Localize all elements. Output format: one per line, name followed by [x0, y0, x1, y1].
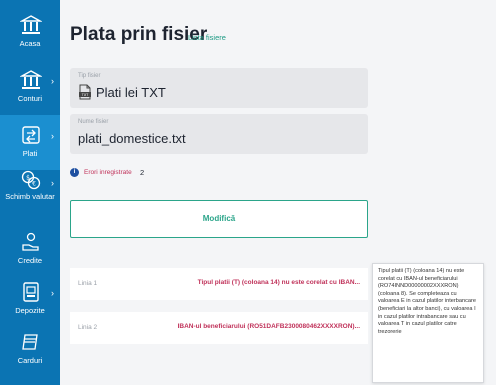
error-tooltip: Tipul platii (T) (coloana 14) nu este co…	[372, 263, 484, 383]
transfer-icon	[20, 124, 42, 146]
nav-item-carduri[interactable]: Carduri	[0, 322, 60, 377]
file-type-label: Tip fisier	[78, 73, 101, 79]
chevron-right-icon: ›	[51, 131, 54, 141]
nav-label: Acasa	[19, 39, 41, 48]
nav-item-schimb-valutar[interactable]: $ € Schimb valutar ›	[0, 162, 60, 220]
row-error-message[interactable]: IBAN-ul beneficiarului (RO51DAFB23000804…	[140, 323, 360, 330]
file-name-field[interactable]: Nume fisier plati_domestice.txt	[70, 114, 368, 154]
files-list-link[interactable]: Lista fisiere	[188, 33, 226, 42]
nav-label: Plati	[22, 149, 38, 158]
nav-label: Carduri	[17, 356, 43, 365]
nav-label: Depozite	[15, 306, 45, 315]
nav-label: Conturi	[17, 94, 43, 103]
deposit-icon	[20, 281, 42, 303]
svg-text:$: $	[26, 175, 30, 182]
error-row[interactable]: Linia 1 Tipul platii (T) (coloana 14) nu…	[70, 268, 368, 300]
text-file-icon: TXT	[78, 84, 92, 100]
file-name-value: plati_domestice.txt	[78, 131, 186, 146]
credit-hand-icon	[20, 231, 42, 253]
nav-item-depozite[interactable]: Depozite ›	[0, 272, 60, 327]
chevron-right-icon: ›	[51, 288, 54, 298]
nav-item-credite[interactable]: Credite	[0, 222, 60, 277]
currency-exchange-icon: $ €	[20, 169, 42, 191]
bank-icon	[20, 69, 42, 91]
nav-label: Credite	[17, 256, 43, 265]
errors-count: 2	[140, 168, 145, 177]
row-line-label: Linia 1	[78, 280, 98, 287]
info-icon: i	[70, 168, 79, 177]
main-content: Plata prin fisier Lista fisiere Tip fisi…	[60, 0, 496, 385]
errors-label: Erori inregistrate	[84, 169, 132, 176]
nav-item-acasa[interactable]: Acasa	[0, 5, 60, 60]
bank-icon	[20, 14, 42, 36]
chevron-right-icon: ›	[51, 76, 54, 86]
file-type-value: Plati lei TXT	[96, 85, 166, 100]
file-type-field[interactable]: Tip fisier TXT Plati lei TXT	[70, 68, 368, 108]
page-title: Plata prin fisier	[70, 24, 208, 45]
svg-text:TXT: TXT	[81, 93, 89, 97]
sidebar: Acasa Conturi › Plati › $ € Schimb valuta…	[0, 0, 60, 385]
modify-button-label: Modifică	[202, 214, 236, 223]
svg-text:€: €	[32, 181, 36, 188]
error-row[interactable]: Linia 2 IBAN-ul beneficiarului (RO51DAFB…	[70, 312, 368, 344]
nav-label: Schimb valutar	[5, 192, 55, 201]
card-icon	[20, 331, 42, 353]
modify-button[interactable]: Modifică	[70, 200, 368, 238]
file-name-label: Nume fisier	[78, 119, 109, 125]
row-line-label: Linia 2	[78, 324, 98, 331]
row-error-message[interactable]: Tipul platii (T) (coloana 14) nu este co…	[140, 279, 360, 286]
nav-item-conturi[interactable]: Conturi ›	[0, 60, 60, 115]
tooltip-text: Tipul platii (T) (coloana 14) nu este co…	[378, 268, 476, 335]
chevron-right-icon: ›	[51, 178, 54, 188]
